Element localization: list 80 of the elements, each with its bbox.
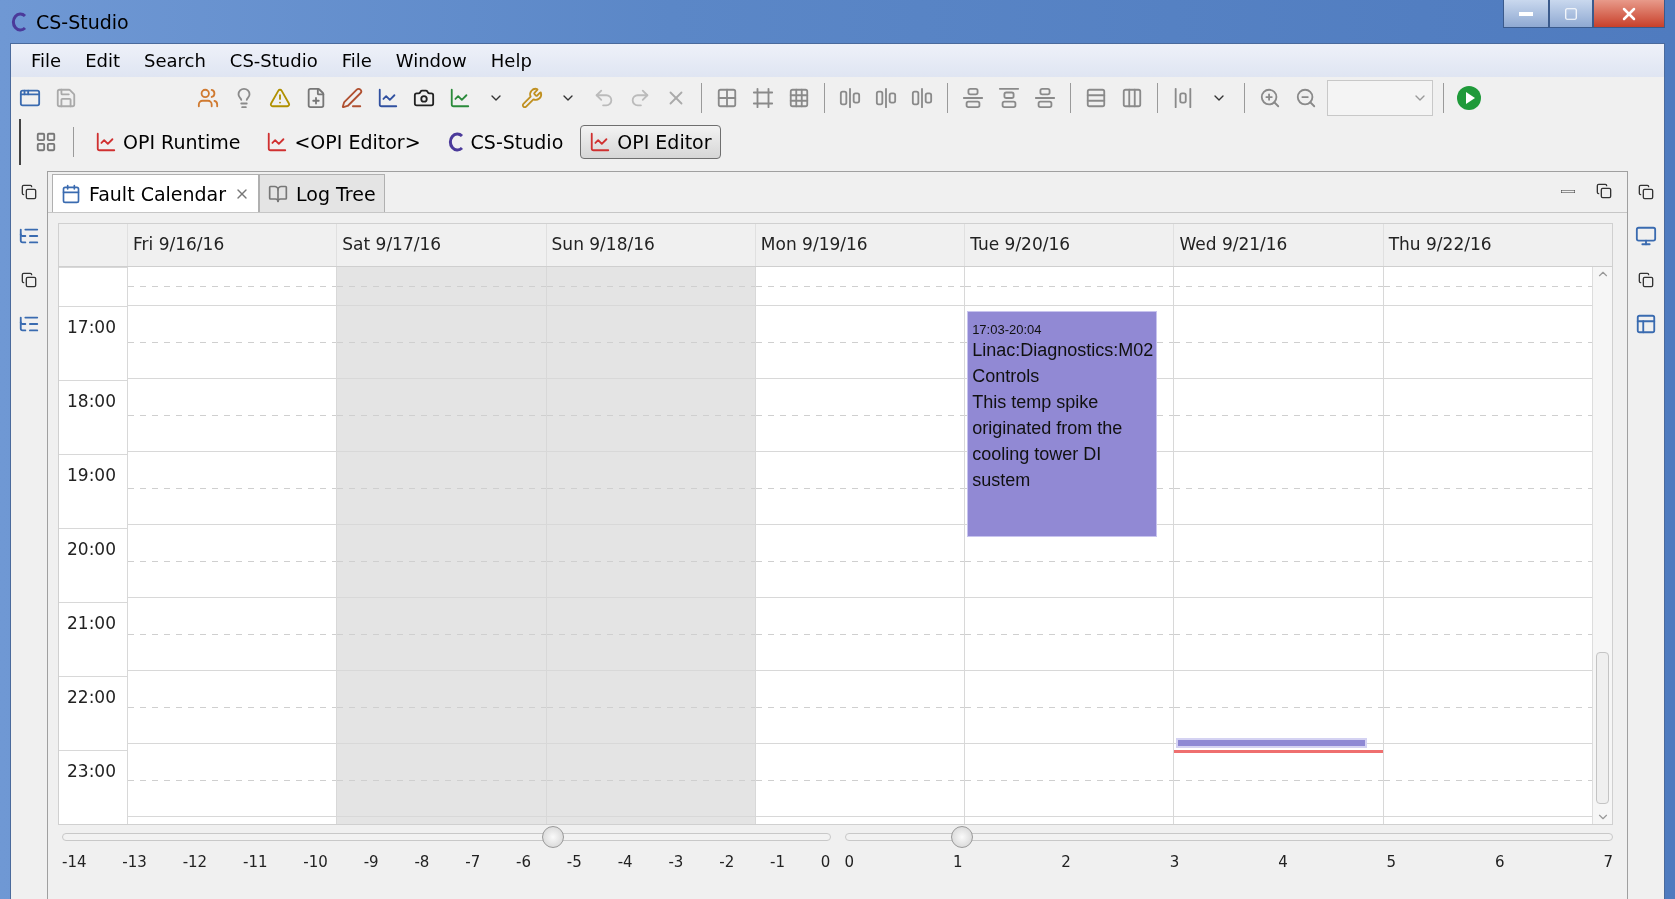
hour-label: 22:00 <box>67 687 116 707</box>
tick-label: 5 <box>1386 853 1397 871</box>
chart-icon <box>589 131 612 153</box>
menu-item[interactable]: Search <box>132 50 218 71</box>
zoom-combo[interactable] <box>1327 80 1433 116</box>
hour-label: 18:00 <box>67 391 116 411</box>
tick-label: -1 <box>770 853 785 871</box>
day-column[interactable]: 17:03-20:04 Linac:Diagnostics:M02 Controls This temp spike originated from the cooling tower DI sustem <box>964 267 1174 824</box>
slider-thumb[interactable] <box>542 826 564 848</box>
day-header: Mon 9/19/16 <box>754 224 965 266</box>
minimize-icon <box>1519 11 1533 16</box>
day-header: Sat 9/17/16 <box>336 224 546 266</box>
slider-thumb[interactable] <box>951 826 974 848</box>
minimize-button[interactable] <box>1503 0 1549 28</box>
chart-icon <box>95 131 117 153</box>
scrollbar-thumb[interactable] <box>1596 652 1609 804</box>
menu-item[interactable]: Edit <box>73 50 132 71</box>
tick-label: -8 <box>414 853 430 871</box>
tick-label: 4 <box>1278 853 1288 871</box>
tick-label: -2 <box>719 853 735 871</box>
calendar-icon <box>61 183 81 204</box>
studio-logo-icon <box>10 11 28 32</box>
tab[interactable]: Fault Calendar <box>52 174 260 212</box>
hour-label: 21:00 <box>67 613 116 633</box>
day-header: Wed 9/21/16 <box>1173 224 1383 266</box>
menu-item[interactable]: CS-Studio <box>217 50 330 71</box>
tick-label: 1 <box>952 853 963 871</box>
tick-label: -11 <box>243 853 268 871</box>
vertical-scrollbar[interactable] <box>1592 267 1612 824</box>
event-text: Controls <box>972 364 1041 388</box>
tick-label: -13 <box>122 853 147 871</box>
minimize-icon[interactable] <box>1561 190 1575 193</box>
event-text: Linac:Diagnostics:M02 <box>972 338 1153 362</box>
day-header: Sun 9/18/16 <box>545 224 755 266</box>
tick-label: -3 <box>668 853 684 871</box>
tick-label: -7 <box>465 853 481 871</box>
event-time: 17:03-20:04 <box>972 321 1043 337</box>
run-icon[interactable] <box>1454 83 1484 113</box>
maximize-icon <box>1564 6 1578 21</box>
tick-label: -10 <box>303 853 328 871</box>
tick-label: 7 <box>1603 853 1613 871</box>
perspective-button[interactable]: CS-Studio <box>437 125 573 159</box>
event-text: This temp spike originated from the cooling tower DI sustem <box>972 390 1124 492</box>
book-icon <box>268 183 289 204</box>
hour-label: 17:00 <box>67 317 116 337</box>
maximize-button[interactable] <box>1549 0 1593 28</box>
perspective-button[interactable]: <OPI Editor> <box>257 125 430 159</box>
window-title: CS-Studio <box>36 10 129 33</box>
day-header: Fri 9/16/16 <box>127 224 337 266</box>
tick-label: -4 <box>617 853 633 871</box>
close-button[interactable] <box>1593 0 1665 28</box>
day-header: Tue 9/20/16 <box>964 224 1174 266</box>
tick-label: 6 <box>1495 853 1505 871</box>
tab[interactable]: Log Tree <box>259 174 385 212</box>
tick-label: 3 <box>1169 853 1180 871</box>
tick-label: -9 <box>363 853 379 871</box>
calendar-event[interactable] <box>1176 738 1367 748</box>
menu-item[interactable]: Window <box>383 50 479 71</box>
tick-label: -12 <box>182 853 208 871</box>
chart-icon <box>266 131 289 153</box>
day-header: Thu 9/22/16 <box>1382 224 1592 266</box>
menu-item[interactable]: File <box>329 50 384 71</box>
studio-logo-icon <box>446 131 465 153</box>
tick-label: -5 <box>566 853 582 871</box>
calendar-event[interactable]: 17:03-20:04 Linac:Diagnostics:M02 Controls This temp spike originated from the cooling tower DI sustem <box>967 310 1158 537</box>
tick-label: 2 <box>1061 853 1071 871</box>
tick-label: -14 <box>62 853 87 871</box>
perspective-button[interactable]: OPI Runtime <box>86 125 250 159</box>
tick-label: 0 <box>820 853 831 871</box>
slider-track[interactable] <box>844 825 1613 849</box>
slider-track[interactable] <box>62 825 831 849</box>
hour-label: 20:00 <box>67 539 116 559</box>
day-column[interactable] <box>1173 267 1383 824</box>
menu-item[interactable]: Help <box>478 50 544 71</box>
menu-item[interactable]: File <box>19 50 74 71</box>
tick-label: -6 <box>516 853 531 871</box>
perspective-button[interactable]: OPI Editor <box>580 125 721 159</box>
hour-label: 23:00 <box>67 761 116 781</box>
hour-label: 19:00 <box>67 465 116 485</box>
tick-label: 0 <box>844 853 855 871</box>
